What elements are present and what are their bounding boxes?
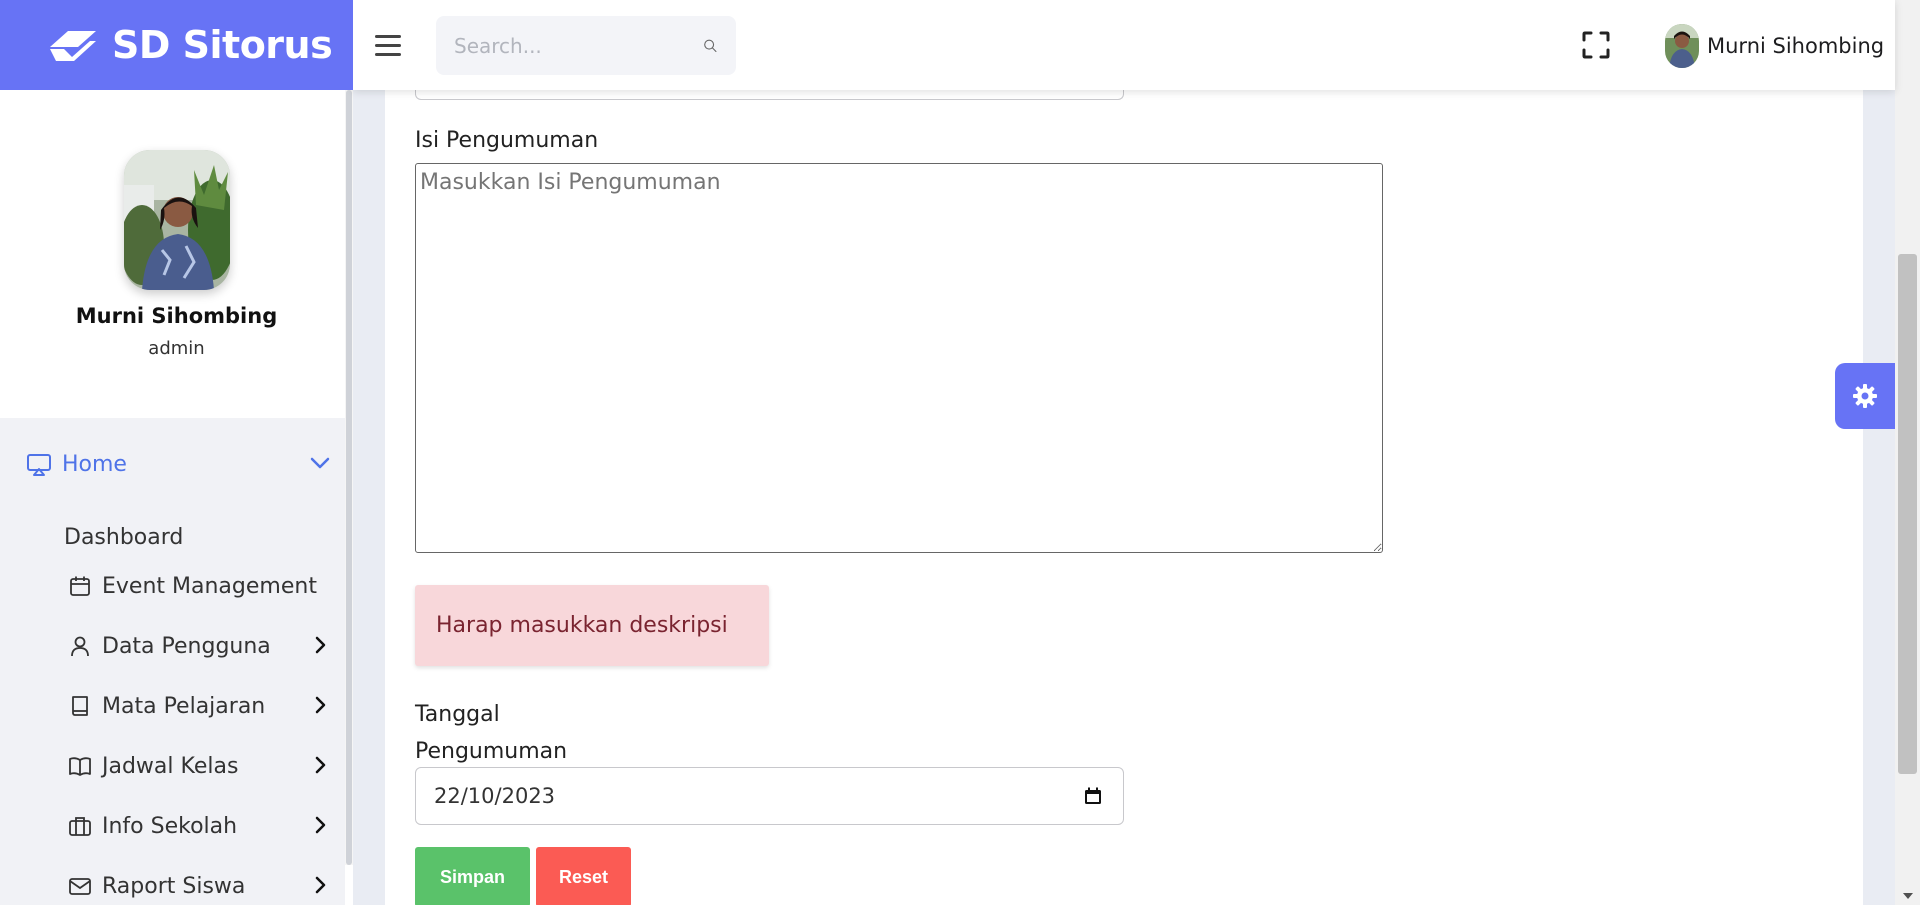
hamburger-menu-icon[interactable] <box>375 30 405 60</box>
sidebar-scrollbar[interactable] <box>345 90 353 865</box>
chevron-right-icon[interactable] <box>309 694 331 716</box>
tanggal-date-input[interactable]: 22/10/2023 <box>415 767 1124 825</box>
sidebar-item-label: Jadwal Kelas <box>102 753 239 779</box>
chevron-down-icon[interactable] <box>309 452 331 474</box>
tanggal-label-line1: Tanggal <box>415 702 500 727</box>
user-icon <box>71 636 89 657</box>
topbar: Murni Sihombing <box>353 0 1895 90</box>
sidebar-item-info-sekolah[interactable]: Info Sekolah <box>68 806 331 846</box>
fullscreen-icon[interactable] <box>1581 30 1611 60</box>
page-scrollbar[interactable] <box>1895 0 1920 905</box>
profile-photo <box>123 150 230 290</box>
brand[interactable]: SD Sitorus <box>0 0 353 90</box>
sidebar: Murni Sihombing admin Home Dashboard Eve… <box>0 90 353 905</box>
search-box[interactable] <box>436 16 736 75</box>
reset-button[interactable]: Reset <box>536 847 631 905</box>
scroll-down-arrow-icon[interactable] <box>1903 893 1913 899</box>
date-value: 22/10/2023 <box>434 784 556 808</box>
logo-icon <box>50 31 96 61</box>
briefcase-icon <box>69 817 91 836</box>
calendar-icon <box>70 576 90 596</box>
search-icon[interactable] <box>703 35 718 57</box>
sidebar-item-label: Info Sekolah <box>102 813 238 839</box>
tanggal-pengumuman-label: Tanggal Pengumuman <box>415 696 567 770</box>
sidebar-item-label: Mata Pelajaran <box>102 693 266 719</box>
brand-name: SD Sitorus <box>112 23 333 67</box>
tanggal-label-line2: Pengumuman <box>415 739 568 764</box>
sidebar-item-label: Event Management <box>102 573 317 599</box>
profile-card: Murni Sihombing admin <box>0 90 353 418</box>
sidebar-item-label: Home <box>62 451 127 477</box>
profile-role: admin <box>148 338 205 359</box>
sidebar-item-mata-pelajaran[interactable]: Mata Pelajaran <box>68 686 331 726</box>
search-input[interactable] <box>454 33 703 58</box>
page-scrollbar-thumb[interactable] <box>1898 254 1917 774</box>
user-name: Murni Sihombing <box>1707 34 1885 58</box>
sidebar-item-jadwal-kelas[interactable]: Jadwal Kelas <box>68 746 331 786</box>
isi-pengumuman-label: Isi Pengumuman <box>415 128 599 153</box>
gear-icon <box>1853 384 1877 408</box>
calendar-picker-icon[interactable] <box>1083 786 1103 806</box>
chevron-right-icon[interactable] <box>309 874 331 896</box>
mail-icon <box>69 878 91 895</box>
user-menu[interactable]: Murni Sihombing <box>1665 24 1884 68</box>
settings-button[interactable] <box>1835 363 1895 429</box>
monitor-icon <box>27 454 51 476</box>
avatar <box>1665 24 1699 68</box>
sidebar-scrollbar-thumb[interactable] <box>346 90 352 865</box>
sidebar-item-label: Raport Siswa <box>102 873 246 899</box>
chevron-right-icon[interactable] <box>309 814 331 836</box>
isi-pengumuman-textarea[interactable] <box>415 163 1383 553</box>
chevron-right-icon[interactable] <box>309 754 331 776</box>
sidebar-nav: Home Dashboard Event Management Data Pen… <box>0 418 345 905</box>
save-button[interactable]: Simpan <box>415 847 530 905</box>
profile-name: Murni Sihombing <box>75 304 278 328</box>
sidebar-item-dashboard[interactable]: Dashboard <box>64 525 183 550</box>
validation-alert: Harap masukkan deskripsi <box>415 585 769 666</box>
sidebar-item-home[interactable]: Home <box>26 444 331 484</box>
sidebar-item-event-management[interactable]: Event Management <box>68 566 331 606</box>
open-book-icon <box>69 757 91 776</box>
book-icon <box>72 696 88 716</box>
sidebar-item-raport-siswa[interactable]: Raport Siswa <box>68 866 331 905</box>
chevron-right-icon[interactable] <box>309 634 331 656</box>
sidebar-item-label: Data Pengguna <box>102 633 271 659</box>
sidebar-item-data-pengguna[interactable]: Data Pengguna <box>68 626 331 666</box>
